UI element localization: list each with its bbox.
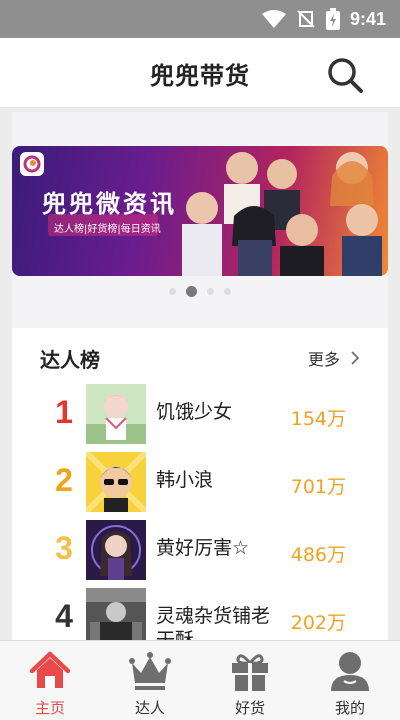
- more-button[interactable]: 更多: [308, 346, 360, 370]
- tab-talent[interactable]: 达人: [100, 641, 200, 720]
- banner-subtitle: 达人榜|好货榜|每日资讯: [54, 224, 161, 235]
- section-title: 达人榜: [40, 348, 100, 372]
- ranking-row[interactable]: 3 黄好厉害☆ 486万: [12, 520, 388, 584]
- status-icons: 9:41: [261, 8, 386, 30]
- avatar: [86, 452, 146, 512]
- crown-icon: [129, 652, 171, 690]
- battery-icon: [325, 8, 340, 30]
- carousel-dot-active[interactable]: [186, 286, 197, 297]
- ranking-row[interactable]: 2 韩小浪 701万: [12, 452, 388, 516]
- avatar: [86, 384, 146, 444]
- tab-label: 我的: [334, 699, 365, 717]
- talent-name: 灵魂杂货铺老干酥: [156, 605, 271, 640]
- ranking-row[interactable]: 1 饥饿少女 154万: [12, 384, 388, 448]
- chevron-right-icon: [351, 351, 360, 365]
- avatar: [86, 588, 146, 640]
- banner-title: 兜兜微资讯: [42, 190, 177, 218]
- ranking-row[interactable]: 4 灵魂杂货铺老干酥 202万: [12, 588, 388, 640]
- talent-name: 韩小浪: [156, 469, 214, 491]
- talent-ranking-section: 达人榜 更多 1 饥饿少女 154万 2 韩小浪 701万 3 黄好厉害☆ 48…: [12, 328, 388, 640]
- talent-name: 饥饿少女: [156, 401, 233, 423]
- status-time: 9:41: [349, 8, 386, 29]
- wifi-icon: [261, 10, 286, 28]
- fan-count: 202万: [290, 612, 346, 634]
- rank-number: 4: [55, 598, 73, 634]
- fan-count: 701万: [290, 476, 346, 498]
- rank-number: 1: [55, 394, 73, 430]
- main-content: 兜兜微资讯 达人榜|好货榜|每日资讯 达人榜 更多 1 饥饿少女 154万 2 …: [12, 112, 388, 640]
- tab-label: 达人: [134, 699, 165, 717]
- no-signal-icon: [297, 10, 315, 28]
- tab-label: 好货: [234, 699, 265, 717]
- avatar: [86, 520, 146, 580]
- tab-mine[interactable]: 我的: [300, 641, 400, 720]
- banner-slide[interactable]: 兜兜微资讯 达人榜|好货榜|每日资讯: [12, 146, 388, 276]
- fan-count: 486万: [290, 544, 346, 566]
- carousel-dot[interactable]: [207, 288, 214, 295]
- tab-label: 主页: [34, 699, 65, 717]
- talent-name: 黄好厉害☆: [156, 537, 250, 559]
- search-icon[interactable]: [326, 56, 364, 94]
- app-logo-icon: [20, 152, 44, 176]
- fan-count: 154万: [290, 408, 346, 430]
- carousel-dot[interactable]: [224, 288, 231, 295]
- rank-number: 3: [55, 530, 73, 566]
- more-label: 更多: [307, 350, 340, 369]
- home-icon: [29, 651, 71, 688]
- gift-icon: [232, 654, 268, 691]
- tab-home[interactable]: 主页: [0, 641, 100, 720]
- status-bar: 9:41: [0, 0, 400, 38]
- app-header: 兜兜带货: [0, 38, 400, 108]
- user-icon: [331, 652, 369, 691]
- carousel-dot[interactable]: [169, 288, 176, 295]
- tab-goods[interactable]: 好货: [200, 641, 300, 720]
- rank-number: 2: [55, 462, 73, 498]
- banner-carousel[interactable]: 兜兜微资讯 达人榜|好货榜|每日资讯: [12, 112, 388, 328]
- bottom-tab-bar: 主页 达人 好货 我的: [0, 640, 400, 720]
- carousel-indicators: [12, 286, 388, 297]
- banner-people-image: [182, 152, 382, 276]
